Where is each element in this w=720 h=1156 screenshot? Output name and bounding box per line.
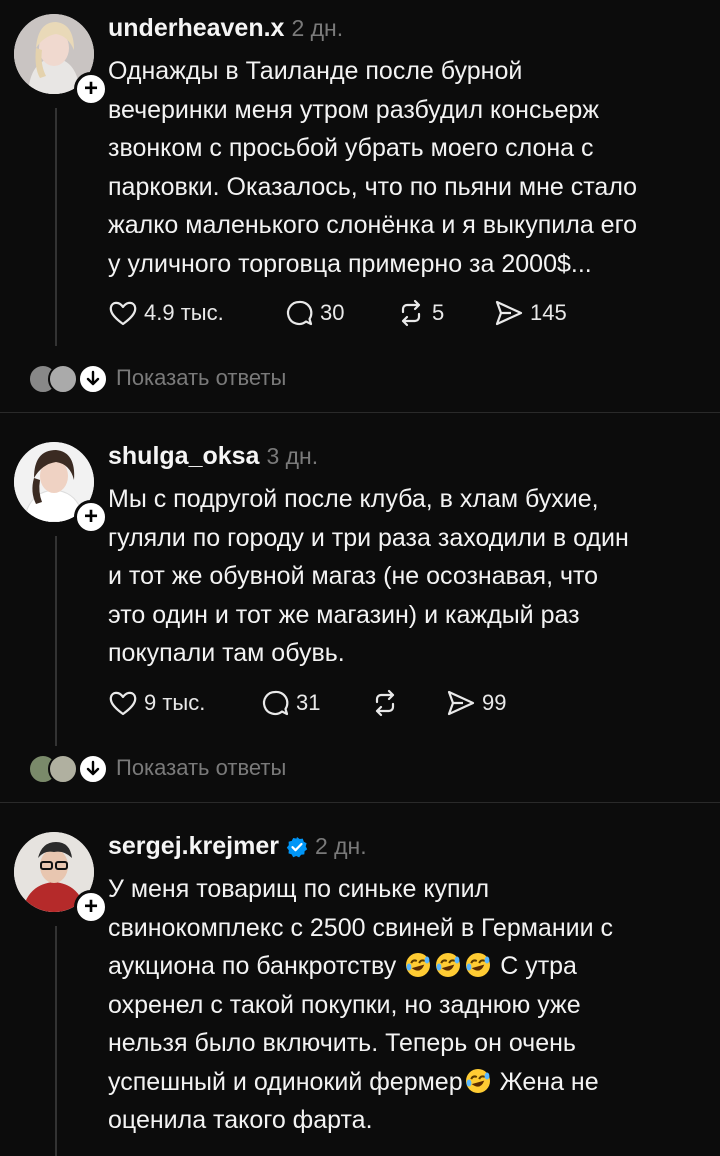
thread-line (55, 108, 57, 346)
username[interactable]: shulga_oksa (108, 442, 259, 471)
send-icon (495, 300, 523, 326)
comment-bubble-icon (286, 300, 313, 326)
like-button[interactable]: 9 тыс. (108, 688, 205, 718)
text-line: свинокомплекс с 2500 свиней в Германии с (108, 913, 614, 942)
send-icon (447, 690, 475, 716)
verified-badge-icon (286, 836, 308, 857)
avatar[interactable]: + (14, 14, 108, 106)
comment-button[interactable]: 30 (284, 298, 344, 328)
avatar[interactable]: + (14, 832, 108, 924)
like-count: 9 тыс. (144, 690, 206, 715)
repost-button[interactable] (370, 688, 406, 718)
comment-count: 31 (296, 690, 321, 715)
comment-post: + underheaven.x 2 дн. Однажды в Таиланде… (0, 0, 720, 410)
follow-plus-icon[interactable]: + (74, 890, 108, 924)
like-button[interactable]: 4.9 тыс. (108, 298, 224, 328)
text-line: гуляли по городу и три раза заходили в о… (108, 523, 629, 552)
thread-line (55, 536, 57, 746)
heart-icon (109, 301, 137, 326)
text-line: аукциона по банкротству С утра (108, 947, 708, 986)
reply-avatar (48, 364, 78, 394)
text-line: покупали там обувь. (108, 639, 345, 667)
avatar[interactable]: + (14, 442, 108, 534)
comment-bubble-icon (262, 690, 289, 716)
divider (0, 802, 720, 803)
action-bar: 9 тыс. 31 99 (108, 688, 628, 718)
text-line: вечеринки меня утром разбудил консьерж (108, 95, 600, 124)
show-replies-row[interactable]: Показать ответы (14, 364, 714, 394)
text-line: Однажды в Таиланде после бурной (108, 57, 523, 85)
text-line: успешный и одинокий фермер Жена не (108, 1063, 708, 1102)
text-line: и тот же обувной магаз (не осознавая, чт… (108, 562, 599, 590)
text-line: жалко маленького слонёнка и я выкупила е… (108, 211, 638, 239)
share-count: 99 (482, 690, 507, 715)
comment-count: 30 (320, 300, 345, 325)
show-replies-row[interactable]: Показать ответы (14, 754, 714, 784)
text-line: У меня товарищ по синьке купил (108, 875, 490, 903)
chevron-down-icon[interactable] (78, 364, 108, 394)
text-fragment: Жена не (499, 1067, 599, 1096)
like-count: 4.9 тыс. (144, 300, 224, 325)
text-line: охренел с такой покупки, но заднюю уже (108, 990, 581, 1019)
share-button[interactable]: 145 (494, 298, 567, 328)
post-header: sergej.krejmer 2 дн. (108, 832, 367, 861)
text-line: звонком с просьбой убрать моего слона с (108, 134, 594, 162)
text-fragment: С утра (500, 952, 577, 980)
text-line: у уличного торговца примерно за 2000$... (108, 249, 592, 278)
comment-post: + sergej.krejmer 2 дн. У меня товарищ по… (0, 818, 720, 1156)
text-line: это один и тот же магазин) и каждый раз (108, 600, 580, 629)
rofl-emoji-icon (404, 951, 432, 979)
share-button[interactable]: 99 (446, 688, 506, 718)
timestamp: 2 дн. (314, 833, 367, 859)
post-text: У меня товарищ по синьке купил свинокомп… (108, 870, 708, 1140)
text-fragment: аукциона по банкротству (108, 952, 397, 980)
rofl-emoji-icon (464, 951, 492, 979)
text-fragment: успешный и одинокий фермер (108, 1067, 463, 1096)
post-header: underheaven.x 2 дн. (108, 14, 343, 43)
post-text: Однажды в Таиланде после бурной вечеринк… (108, 52, 708, 283)
show-replies-link[interactable]: Показать ответы (116, 754, 286, 782)
action-bar: 4.9 тыс. 30 5 145 (108, 298, 628, 328)
divider (0, 412, 720, 413)
follow-plus-icon[interactable]: + (74, 72, 108, 106)
repost-button[interactable]: 5 (396, 298, 444, 328)
comment-post: + shulga_oksa 3 дн. Мы с подругой после … (0, 428, 720, 798)
heart-icon (109, 691, 137, 716)
chevron-down-icon[interactable] (78, 754, 108, 784)
timestamp: 2 дн. (291, 15, 344, 41)
username[interactable]: sergej.krejmer (108, 832, 279, 861)
text-line: парковки. Оказалось, что по пьяни мне ст… (108, 172, 638, 201)
follow-plus-icon[interactable]: + (74, 500, 108, 534)
thread-line (55, 926, 57, 1156)
timestamp: 3 дн. (266, 443, 319, 469)
repost-arrows-icon (401, 299, 421, 327)
rofl-emoji-icon (434, 951, 462, 979)
comment-button[interactable]: 31 (260, 688, 320, 718)
show-replies-link[interactable]: Показать ответы (116, 364, 286, 392)
share-count: 145 (530, 300, 567, 325)
username[interactable]: underheaven.x (108, 14, 284, 43)
post-text: Мы с подругой после клуба, в хлам бухие,… (108, 480, 708, 673)
post-header: shulga_oksa 3 дн. (108, 442, 318, 471)
text-line: оценила такого фарта. (108, 1106, 373, 1134)
repost-count: 5 (432, 300, 445, 325)
rofl-emoji-icon (464, 1067, 492, 1095)
text-line: Мы с подругой после клуба, в хлам бухие, (108, 485, 599, 513)
reply-avatar (48, 754, 78, 784)
text-line: нельзя было включить. Теперь он очень (108, 1029, 576, 1057)
repost-arrows-icon (375, 689, 395, 717)
